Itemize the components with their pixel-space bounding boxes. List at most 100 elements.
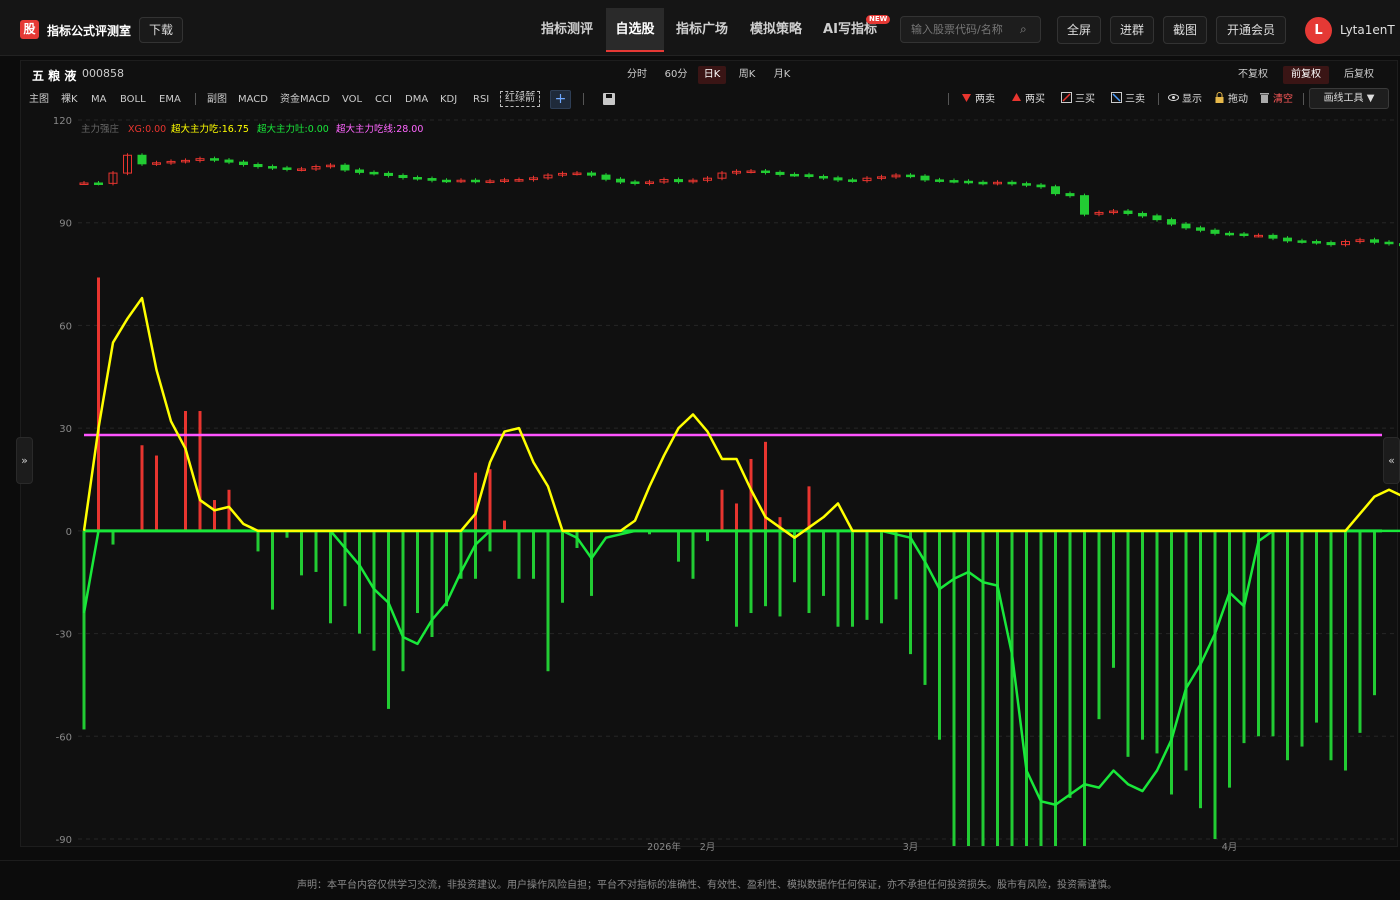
candle-body: [1297, 240, 1307, 243]
y-tick-label: 30: [59, 424, 72, 435]
candlestick-series: [79, 153, 1400, 247]
candle-body: [978, 181, 988, 185]
candle-body: [1268, 234, 1278, 239]
candle-body: [790, 173, 799, 177]
yellow-line: [82, 296, 1400, 539]
super-eat-bar: [140, 445, 144, 531]
candle-body: [775, 171, 785, 175]
super-eat-bar: [227, 489, 231, 531]
super-spit-bar: [1358, 530, 1362, 733]
legend-super-eat: 超大主力吃:16.75: [171, 123, 249, 135]
y-tick-label: 120: [53, 116, 72, 127]
y-tick-label: 60: [59, 321, 72, 332]
super-spit-bar: [1068, 530, 1072, 798]
super-spit-bar: [1025, 530, 1028, 846]
super-spit-bar: [416, 530, 419, 614]
candle-body: [442, 179, 451, 183]
candle-body: [804, 174, 814, 177]
super-spit-bar: [1329, 530, 1333, 761]
y-tick-label: -60: [56, 732, 72, 743]
candle-body: [340, 164, 350, 171]
super-spit-bar: [387, 530, 390, 709]
expand-left-panel-button[interactable]: »: [16, 437, 33, 484]
super-spit-bar: [1010, 530, 1014, 846]
super-spit-bar: [865, 530, 869, 620]
super-spit-bar: [851, 530, 854, 627]
super-spit-bar: [1271, 530, 1275, 737]
super-spit-bar: [401, 530, 405, 672]
super-spit-bar: [488, 530, 492, 552]
super-spit-bar: [1083, 530, 1086, 846]
super-eat-bars: [97, 277, 811, 531]
super-eat-bar: [735, 503, 738, 531]
legend-title: 主力强庄: [81, 123, 120, 135]
super-eat-bar: [213, 500, 216, 531]
candle-body: [949, 180, 959, 183]
super-spit-bar: [300, 530, 303, 576]
super-spit-bar: [111, 530, 115, 545]
super-spit-bar: [561, 530, 564, 603]
super-spit-bar: [1344, 530, 1347, 771]
candle-body: [1036, 184, 1046, 188]
super-spit-bars: [82, 530, 1376, 846]
candle-body: [630, 181, 640, 184]
candle-body: [282, 167, 292, 170]
x-axis: 2026年 2月 3月 4月: [647, 841, 1237, 853]
candle-body: [1123, 210, 1133, 214]
expand-right-panel-button[interactable]: «: [1383, 437, 1400, 484]
candle-body: [1167, 219, 1176, 225]
candle-body: [413, 177, 422, 180]
super-spit-bar: [677, 530, 680, 562]
super-eat-bar: [155, 455, 158, 531]
candle-body: [964, 180, 973, 184]
super-spit-bar: [938, 530, 941, 740]
super-eat-bar: [474, 472, 477, 531]
super-eat-bar: [198, 411, 202, 531]
super-spit-bar: [1373, 530, 1376, 696]
candle-body: [906, 174, 915, 178]
super-spit-bar: [981, 530, 985, 846]
super-spit-bar: [358, 530, 361, 634]
candle-body: [1065, 193, 1075, 197]
super-eat-bar: [749, 458, 753, 531]
candle-body: [1225, 232, 1234, 236]
candle-body: [239, 161, 248, 166]
super-spit-bar: [967, 530, 970, 846]
candle-body: [587, 172, 596, 176]
x-tick-label: 3月: [903, 842, 919, 853]
super-spit-bar: [1097, 530, 1101, 720]
candle-body: [253, 164, 263, 168]
x-tick-label: 2月: [700, 842, 716, 853]
super-spit-bar: [329, 530, 332, 624]
candle-body: [1370, 239, 1379, 243]
super-spit-bar: [1199, 530, 1202, 809]
super-spit-bar: [1315, 530, 1318, 723]
candle-body: [369, 171, 379, 175]
super-spit-bar: [82, 530, 86, 730]
disclaimer: 声明：本平台内容仅供学习交流，非投资建议。用户操作风险自担；平台不对指标的准确性…: [297, 880, 1117, 891]
candle-body: [935, 179, 944, 182]
candle-body: [1007, 181, 1017, 185]
super-spit-bar: [1126, 530, 1130, 757]
candle-body: [1312, 241, 1321, 244]
candle-body: [1196, 227, 1205, 231]
candle-body: [761, 170, 770, 174]
super-spit-bar: [778, 530, 782, 617]
super-spit-bar: [271, 530, 274, 610]
super-eat-bar: [97, 277, 100, 531]
candle-body: [616, 178, 625, 183]
candle-body: [1022, 183, 1031, 186]
super-spit-bar: [1141, 530, 1144, 740]
super-spit-bar: [1184, 530, 1188, 771]
candle-body: [819, 175, 828, 179]
candle-body: [1051, 186, 1060, 195]
candle-body: [355, 169, 364, 173]
candle-body: [224, 159, 234, 163]
y-tick-label: 90: [59, 219, 72, 230]
super-spit-bar: [706, 530, 709, 542]
super-spit-bar: [1054, 530, 1057, 846]
super-spit-bar: [764, 530, 767, 607]
super-spit-bar: [445, 530, 448, 607]
candle-body: [210, 158, 219, 161]
x-tick-label: 2026年: [647, 841, 681, 853]
